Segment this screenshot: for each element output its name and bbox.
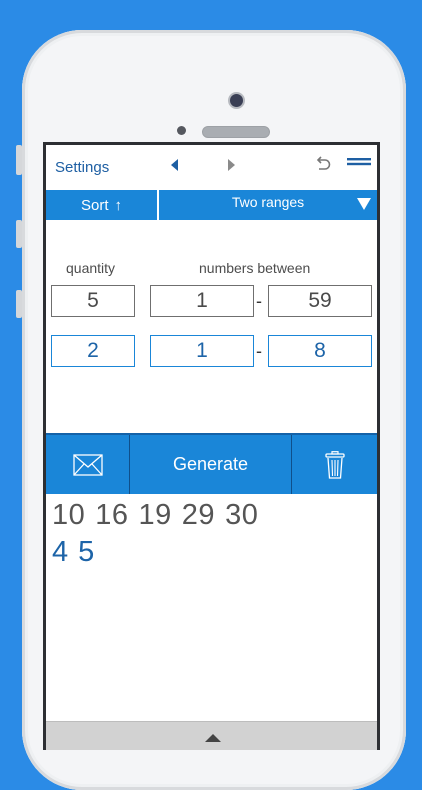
range2-to-field[interactable]: 8 — [268, 335, 372, 367]
volume-down-button — [16, 290, 22, 318]
generate-button[interactable]: Generate — [130, 435, 292, 494]
results-row-range1: 10 16 19 29 30 — [52, 499, 268, 532]
mute-switch — [16, 145, 22, 175]
sort-arrow-icon: ↑ — [114, 196, 123, 214]
sort-button[interactable]: Sort ↑ — [46, 190, 159, 220]
action-bar: Generate — [46, 433, 377, 494]
result-number: 5 — [78, 536, 95, 568]
menu-icon[interactable] — [346, 157, 372, 171]
email-button[interactable] — [46, 435, 130, 494]
dropdown-triangle-icon — [357, 198, 371, 210]
range1-to-field[interactable]: 59 — [268, 285, 372, 317]
undo-icon[interactable] — [314, 155, 332, 173]
range2-quantity-field[interactable]: 2 — [51, 335, 135, 367]
top-toolbar: Settings — [46, 145, 377, 191]
triangle-left-icon[interactable] — [168, 157, 180, 173]
range2-from-field[interactable]: 1 — [150, 335, 254, 367]
sensor-dot — [177, 126, 186, 135]
range1-quantity-field[interactable]: 5 — [51, 285, 135, 317]
range2-separator: - — [256, 341, 262, 361]
volume-up-button — [16, 220, 22, 248]
triangle-right-icon[interactable] — [226, 157, 238, 173]
result-number: 19 — [138, 499, 172, 531]
mode-bar: Sort ↑ Two ranges — [46, 190, 377, 220]
result-number: 29 — [181, 499, 216, 531]
bottom-drawer-bar[interactable] — [46, 721, 377, 750]
mail-icon — [72, 453, 103, 476]
speaker-grille — [202, 126, 270, 138]
range-mode-dropdown[interactable]: Two ranges — [159, 190, 377, 220]
range1-from-field[interactable]: 1 — [150, 285, 254, 317]
result-number: 16 — [95, 499, 129, 531]
range1-separator: - — [256, 291, 262, 311]
clear-button[interactable] — [292, 435, 377, 494]
result-number: 4 — [52, 536, 69, 568]
results-row-range2: 45 — [52, 536, 268, 569]
numbers-between-label: numbers between — [199, 260, 311, 276]
result-number: 30 — [225, 499, 259, 531]
app-screen: Settings Sort ↑ Two ranges quantity numb… — [43, 142, 380, 750]
triangle-up-icon[interactable] — [204, 733, 222, 743]
camera-icon — [228, 92, 245, 109]
result-number: 10 — [52, 499, 86, 531]
settings-button[interactable]: Settings — [55, 159, 109, 176]
trash-icon — [324, 450, 345, 479]
results-area: 10 16 19 29 30 45 — [52, 499, 268, 569]
sort-label: Sort — [80, 196, 109, 214]
quantity-label: quantity — [66, 260, 116, 276]
range-mode-label: Two ranges — [231, 194, 305, 210]
